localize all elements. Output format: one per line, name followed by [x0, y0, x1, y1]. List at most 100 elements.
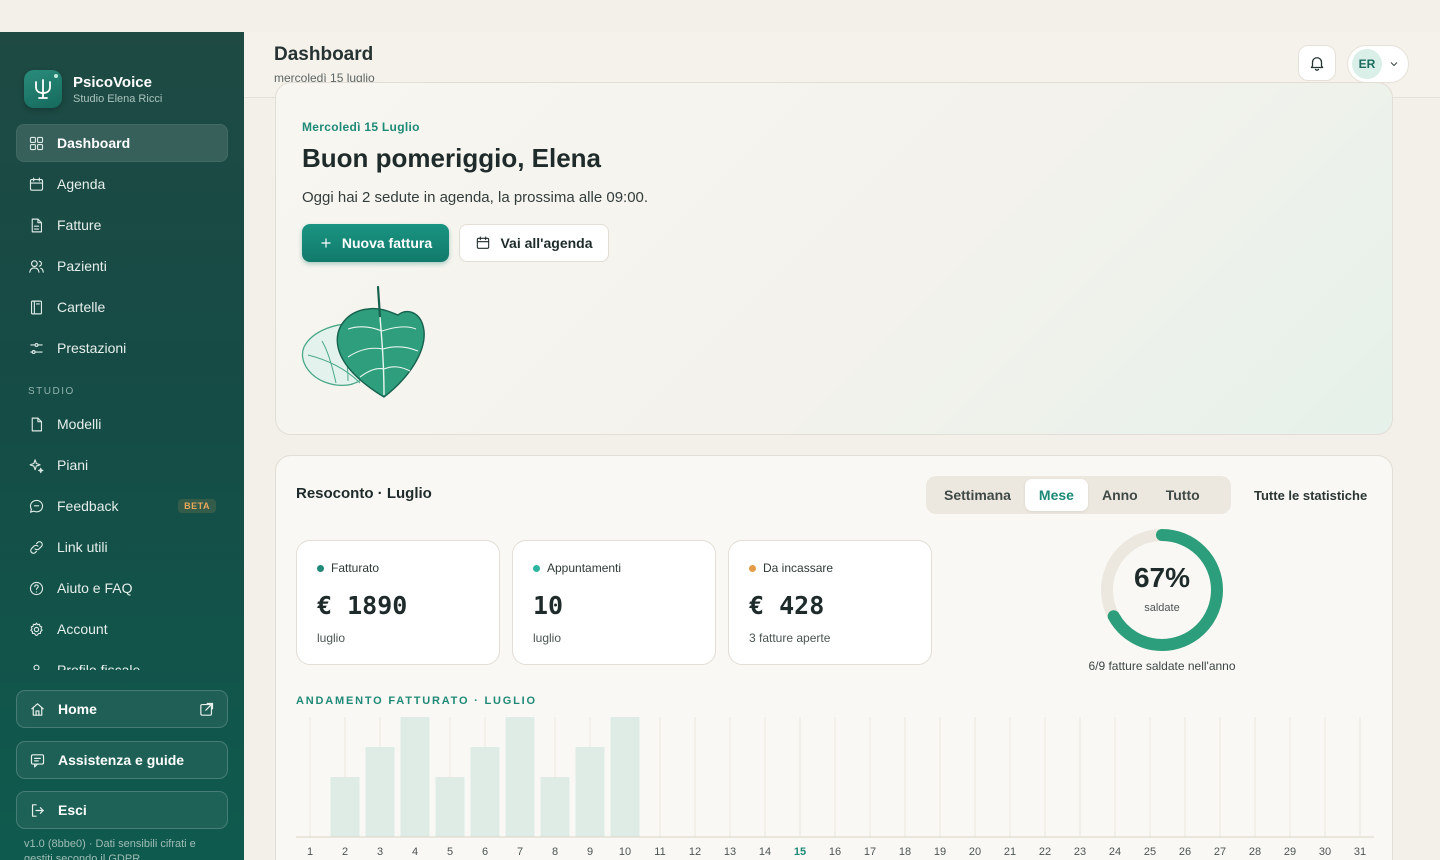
sidebar-item-profilo-fiscale[interactable]: Profilo fiscale	[16, 651, 228, 670]
sidebar-item-label: Piani	[57, 457, 89, 473]
sidebar-item-modelli[interactable]: Modelli	[16, 405, 228, 443]
bar-7[interactable]	[505, 717, 535, 837]
calendar-icon	[477, 236, 490, 249]
sidebar: PsicoVoice Studio Elena Ricci Dashboard …	[0, 32, 244, 860]
period-tab-tutto[interactable]: Tutto	[1152, 479, 1214, 511]
sidebar-item-label: Fatture	[57, 217, 102, 233]
kpi-value: € 428	[749, 591, 825, 620]
sidebar-item-aiuto-faq[interactable]: Aiuto e FAQ	[16, 569, 228, 607]
sidebar-item-cartelle[interactable]: Cartelle	[16, 288, 228, 326]
x-tick-label: 19	[934, 846, 946, 858]
bar-5[interactable]	[435, 777, 465, 837]
x-tick-label: 11	[654, 846, 665, 858]
sidebar-item-agenda[interactable]: Agenda	[16, 165, 228, 203]
go-to-agenda-button[interactable]: Vai all'agenda	[459, 224, 609, 262]
brand[interactable]: PsicoVoice Studio Elena Ricci	[0, 32, 244, 120]
plus-icon	[321, 238, 331, 248]
sidebar-item-pazienti[interactable]: Pazienti	[16, 247, 228, 285]
nav-scroll-area[interactable]: Dashboard Agenda Fatture Pazienti Cartel…	[0, 120, 244, 670]
x-tick-label: 24	[1109, 846, 1121, 858]
x-tick-label: 21	[1004, 846, 1016, 858]
home-icon	[31, 702, 44, 716]
sidebar-item-label: Dashboard	[57, 135, 131, 151]
bell-icon	[1310, 57, 1324, 71]
agenda-summary: Oggi hai 2 sedute in agenda, la prossima…	[302, 189, 649, 206]
bar-4[interactable]	[400, 717, 430, 837]
x-tick-label: 25	[1144, 846, 1156, 858]
status-dot	[749, 564, 756, 572]
period-tab-anno[interactable]: Anno	[1088, 479, 1152, 511]
sidebar-item-label: Aiuto e FAQ	[57, 580, 133, 596]
bar-6[interactable]	[470, 747, 500, 837]
user-menu-button[interactable]: ER	[1347, 45, 1409, 83]
kpi-card-fatturato[interactable]: Fatturato € 1890 luglio	[296, 540, 500, 665]
x-tick-label: 14	[759, 846, 771, 858]
all-stats-link[interactable]: Tutte le statistiche	[1254, 488, 1367, 503]
bar-8[interactable]	[540, 777, 570, 837]
user-icon	[33, 664, 40, 670]
logo-spark	[54, 74, 58, 78]
sidebar-item-label: Profilo fiscale	[57, 662, 141, 670]
welcome-card: Mercoledì 15 Luglio Buon pomeriggio, Ele…	[275, 82, 1393, 435]
sidebar-item-account[interactable]: Account	[16, 610, 228, 648]
period-segmented-control: Settimana Mese Anno Tutto	[926, 476, 1231, 514]
sidebar-item-feedback[interactable]: Feedback BETA	[16, 487, 228, 525]
sidebar-item-label: Agenda	[57, 176, 106, 192]
x-tick-label: 6	[482, 846, 488, 858]
kpi-label-text: Fatturato	[331, 561, 380, 575]
donut-percent: 67%	[1133, 562, 1191, 593]
new-invoice-button[interactable]: Nuova fattura	[302, 224, 449, 262]
period-tab-mese[interactable]: Mese	[1024, 479, 1088, 511]
notifications-button[interactable]	[1298, 45, 1336, 81]
x-tick-label: 27	[1214, 846, 1226, 858]
x-tick-label: 1	[307, 846, 313, 858]
home-button[interactable]: Home	[16, 690, 228, 728]
psicovoice-logo-icon	[24, 70, 62, 108]
bar-10[interactable]	[610, 717, 640, 837]
kpi-value: € 1890	[317, 591, 408, 620]
monthly-report-card: Resoconto · Luglio Settimana Mese Anno T…	[275, 455, 1393, 860]
nav-section-studio: STUDIO	[28, 386, 75, 397]
x-tick-label: 12	[689, 846, 701, 858]
period-tab-settimana[interactable]: Settimana	[930, 479, 1025, 511]
kpi-card-da-incassare[interactable]: Da incassare € 428 3 fatture aperte	[728, 540, 932, 665]
sidebar-item-dashboard[interactable]: Dashboard	[16, 124, 228, 162]
donut-label: saldate	[1144, 602, 1180, 614]
x-tick-label: 28	[1249, 846, 1261, 858]
file-text-icon	[31, 218, 43, 232]
logout-button[interactable]: Esci	[16, 791, 228, 829]
sidebar-item-label: Feedback	[57, 498, 119, 514]
support-label: Assistenza e guide	[58, 752, 185, 768]
kpi-label: Appuntamenti	[533, 561, 621, 575]
sidebar-item-piani[interactable]: Piani	[16, 446, 228, 484]
message-icon	[29, 499, 44, 513]
new-invoice-label: Nuova fattura	[341, 235, 433, 251]
bar-3[interactable]	[365, 747, 395, 837]
x-tick-label: 16	[829, 846, 841, 858]
beta-badge: BETA	[178, 499, 216, 513]
status-dot	[317, 564, 324, 572]
sidebar-item-label: Link utili	[57, 539, 108, 555]
hero-date: Mercoledì 15 Luglio	[302, 120, 420, 134]
sliders-icon	[30, 342, 43, 354]
kpi-card-appuntamenti[interactable]: Appuntamenti 10 luglio	[512, 540, 716, 665]
sidebar-item-label: Modelli	[57, 416, 102, 432]
sidebar-item-link-utili[interactable]: Link utili	[16, 528, 228, 566]
document-icon	[31, 417, 43, 431]
bar-9[interactable]	[575, 747, 605, 837]
x-tick-label: 20	[969, 846, 981, 858]
users-icon	[29, 259, 44, 273]
folder-icon	[30, 300, 43, 314]
x-tick-label: 23	[1074, 846, 1086, 858]
kpi-label-text: Appuntamenti	[547, 561, 622, 575]
sidebar-item-prestazioni[interactable]: Prestazioni	[16, 329, 228, 367]
x-tick-label: 10	[619, 846, 631, 858]
status-dot	[533, 564, 540, 572]
studio-name: Studio Elena Ricci	[73, 92, 163, 105]
x-tick-label: 30	[1319, 846, 1331, 858]
x-tick-label: 18	[899, 846, 911, 858]
support-guides-button[interactable]: Assistenza e guide	[16, 741, 228, 779]
bar-2[interactable]	[330, 777, 360, 837]
sidebar-item-fatture[interactable]: Fatture	[16, 206, 228, 244]
kpi-label-text: Da incassare	[763, 561, 834, 575]
